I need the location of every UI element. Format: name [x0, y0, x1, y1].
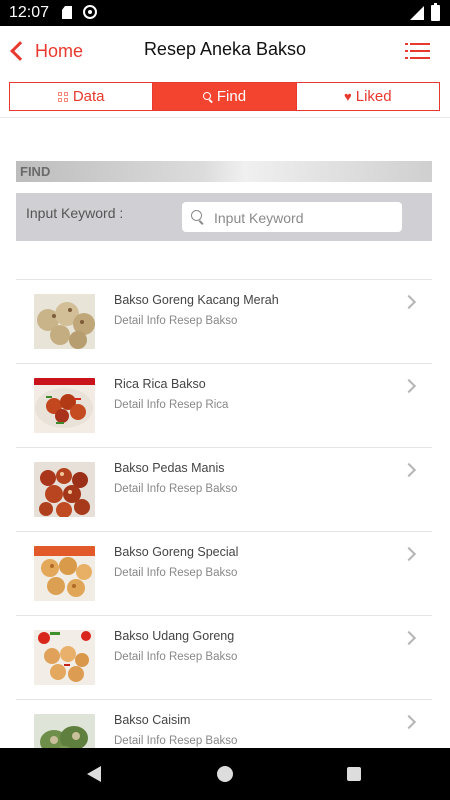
nav-recents-icon[interactable]	[347, 767, 361, 781]
item-title: Bakso Udang Goreng	[114, 629, 235, 643]
divider	[0, 117, 450, 118]
keyword-input[interactable]	[212, 207, 396, 229]
tab-liked[interactable]: ♥ Liked	[297, 83, 439, 110]
keyword-panel: Input Keyword :	[16, 193, 432, 241]
search-icon	[202, 91, 213, 102]
item-title: Bakso Goreng Kacang Merah	[114, 293, 279, 307]
app-header: Home Resep Aneka Bakso	[0, 26, 450, 76]
chevron-right-icon	[401, 630, 417, 646]
recipe-thumbnail	[34, 294, 95, 349]
item-subtitle: Detail Info Resep Bakso	[114, 483, 238, 495]
recipe-list: Bakso Goreng Kacang Merah Detail Info Re…	[16, 279, 432, 783]
recipe-thumbnail	[34, 378, 95, 433]
tab-bar: Data Find ♥ Liked	[9, 82, 440, 111]
recipe-thumbnail	[34, 462, 95, 517]
tab-data[interactable]: Data	[10, 83, 154, 110]
magnifier-icon	[191, 210, 204, 223]
list-item[interactable]: Rica Rica Bakso Detail Info Resep Rica	[16, 363, 432, 447]
list-item[interactable]: Bakso Udang Goreng Detail Info Resep Bak…	[16, 615, 432, 699]
nav-back-icon[interactable]	[87, 766, 101, 782]
item-subtitle: Detail Info Resep Bakso	[114, 735, 238, 747]
nav-home-icon[interactable]	[217, 766, 233, 782]
signal-icon	[410, 6, 424, 20]
heart-icon: ♥	[344, 89, 352, 104]
find-section-header: FIND	[16, 161, 432, 182]
item-subtitle: Detail Info Resep Bakso	[114, 651, 238, 663]
chevron-right-icon	[401, 714, 417, 730]
list-item[interactable]: Bakso Goreng Special Detail Info Resep B…	[16, 531, 432, 615]
data-saver-icon	[83, 5, 97, 19]
keyword-label: Input Keyword :	[26, 205, 124, 221]
page-title: Resep Aneka Bakso	[143, 39, 307, 59]
tab-find[interactable]: Find	[153, 83, 297, 110]
status-time: 12:07	[9, 4, 50, 21]
item-subtitle: Detail Info Resep Bakso	[114, 567, 238, 579]
recipe-thumbnail	[34, 546, 95, 601]
chevron-right-icon	[401, 462, 417, 478]
list-item[interactable]: Bakso Goreng Kacang Merah Detail Info Re…	[16, 279, 432, 363]
system-nav-bar	[0, 748, 450, 800]
recipe-thumbnail	[34, 630, 95, 685]
battery-icon	[431, 3, 440, 21]
chevron-right-icon	[401, 546, 417, 562]
item-subtitle: Detail Info Resep Bakso	[114, 315, 238, 327]
chevron-right-icon	[401, 294, 417, 310]
tab-liked-label: Liked	[355, 88, 392, 105]
grid-icon	[57, 91, 68, 102]
item-title: Bakso Goreng Special	[114, 545, 239, 559]
chevron-right-icon	[401, 378, 417, 394]
item-title: Bakso Pedas Manis	[114, 461, 225, 475]
sd-card-icon	[62, 6, 72, 19]
list-item[interactable]: Bakso Pedas Manis Detail Info Resep Baks…	[16, 447, 432, 531]
tab-data-label: Data	[72, 88, 105, 105]
menu-button[interactable]	[405, 43, 430, 60]
item-subtitle: Detail Info Resep Rica	[114, 399, 229, 411]
item-title: Bakso Caisim	[114, 713, 191, 727]
status-bar: 12:07	[0, 0, 450, 26]
search-field[interactable]	[182, 202, 402, 232]
item-title: Rica Rica Bakso	[114, 377, 206, 391]
find-section-label: FIND	[20, 164, 51, 179]
tab-find-label: Find	[216, 88, 247, 105]
